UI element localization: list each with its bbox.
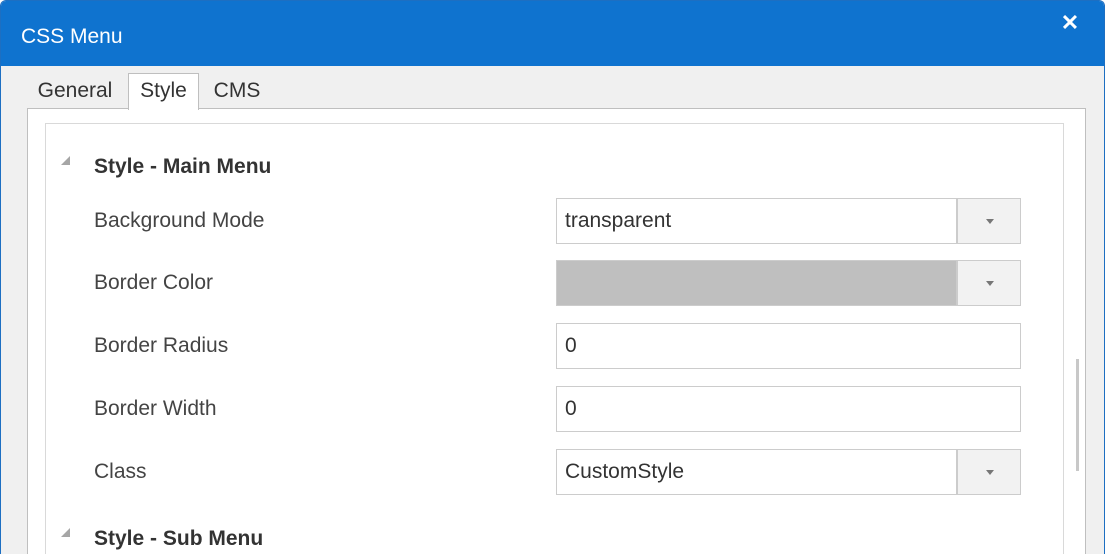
property-row-class: Class CustomStyle [46,447,1063,497]
chevron-down-icon [986,470,994,475]
chevron-down-icon [986,281,994,286]
property-row-border-radius: Border Radius 0 [46,321,1063,371]
dialog-title: CSS Menu [21,25,123,48]
border-radius-input[interactable]: 0 [556,323,1021,369]
close-icon[interactable]: ✕ [1056,9,1084,37]
section-sub-menu-label: Style - Sub Menu [94,527,264,550]
border-width-label: Border Width [94,397,217,420]
border-width-input[interactable]: 0 [556,386,1021,432]
class-select[interactable]: CustomStyle [556,449,957,495]
property-row-border-width: Border Width 0 [46,384,1063,434]
background-mode-dropdown-button[interactable] [957,198,1021,244]
property-row-border-color: Border Color [46,258,1063,308]
title-bar: CSS Menu ✕ [1,1,1104,66]
section-main-menu-label: Style - Main Menu [94,155,272,178]
css-menu-dialog: CSS Menu ✕ General Style CMS Style - Mai… [0,0,1105,554]
property-row-background-mode: Background Mode transparent [46,196,1063,246]
section-sub-menu[interactable]: Style - Sub Menu [46,518,1063,554]
border-color-swatch[interactable] [556,260,957,306]
background-mode-select[interactable]: transparent [556,198,957,244]
style-tab-panel: Style - Main Menu Background Mode transp… [27,108,1086,554]
property-grid: Style - Main Menu Background Mode transp… [45,123,1079,554]
chevron-down-icon [986,219,994,224]
tab-general[interactable]: General [27,76,123,109]
tab-style[interactable]: Style [128,73,199,110]
section-main-menu[interactable]: Style - Main Menu [46,146,1063,186]
border-radius-label: Border Radius [94,334,229,357]
border-color-dropdown-button[interactable] [957,260,1021,306]
collapse-caret-icon[interactable] [61,156,70,165]
tab-cms[interactable]: CMS [203,76,271,109]
vertical-scrollbar[interactable] [1076,359,1079,471]
background-mode-label: Background Mode [94,209,265,232]
class-dropdown-button[interactable] [957,449,1021,495]
collapse-caret-icon[interactable] [61,528,70,537]
tab-strip: General Style CMS [1,66,1104,110]
border-color-label: Border Color [94,271,214,294]
class-label: Class [94,460,147,483]
